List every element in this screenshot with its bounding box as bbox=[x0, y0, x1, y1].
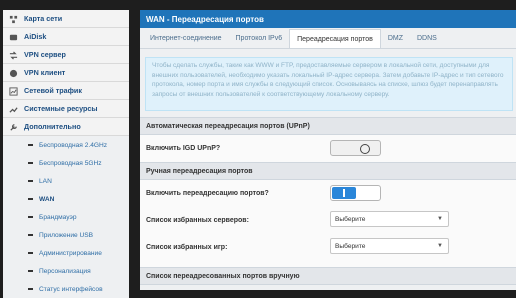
vpn-server-icon bbox=[9, 51, 18, 60]
sidebar-subitem-lan[interactable]: LAN bbox=[3, 172, 129, 190]
favorite-games-select[interactable]: Выберите ▼ bbox=[330, 238, 449, 254]
tab-ddns[interactable]: DDNS bbox=[410, 29, 444, 48]
sidebar-item-label: Дополнительно bbox=[24, 122, 81, 131]
sidebar-subitem-usb[interactable]: Приложение USB bbox=[3, 226, 129, 244]
sidebar-item-label: VPN сервер bbox=[24, 50, 66, 59]
sidebar-item-vpn-client[interactable]: VPN клиент bbox=[3, 64, 129, 82]
sidebar-subitem-interface-status[interactable]: Статус интерфейсов bbox=[3, 280, 129, 298]
sidebar-subitem-label: Статус интерфейсов bbox=[39, 285, 103, 293]
sidebar-subitem-wan[interactable]: WAN bbox=[3, 190, 129, 208]
port-forwarding-toggle[interactable] bbox=[330, 185, 381, 201]
network-map-icon bbox=[9, 15, 18, 24]
sidebar-item-traffic[interactable]: Сетевой трафик bbox=[3, 82, 129, 100]
main-panel: WAN - Переадресация портов Интернет-соед… bbox=[140, 10, 516, 290]
bullet-icon bbox=[28, 216, 33, 218]
sidebar-item-vpn-server[interactable]: VPN сервер bbox=[3, 46, 129, 64]
aidisk-icon bbox=[9, 34, 18, 41]
bullet-icon bbox=[28, 162, 33, 164]
favorite-games-label: Список избранных игр: bbox=[146, 244, 228, 251]
upnp-label: Включить IGD UPnP? bbox=[146, 145, 221, 152]
section-list-header: Список переадресованных портов вручную bbox=[140, 267, 516, 285]
favorite-servers-select[interactable]: Выберите ▼ bbox=[330, 211, 449, 227]
bullet-icon bbox=[28, 234, 33, 236]
sidebar-subitem-personalization[interactable]: Персонализация bbox=[3, 262, 129, 280]
tab-ipv6[interactable]: Протокол IPv6 bbox=[229, 29, 290, 48]
bullet-icon bbox=[28, 270, 33, 272]
sidebar-item-network-map[interactable]: Карта сети bbox=[3, 10, 129, 28]
sidebar-item-advanced[interactable]: Дополнительно bbox=[3, 118, 129, 136]
sidebar-item-aidisk[interactable]: AiDisk bbox=[3, 28, 129, 46]
vpn-client-icon bbox=[9, 69, 18, 78]
traffic-icon bbox=[9, 87, 18, 96]
resources-icon bbox=[9, 107, 18, 113]
tab-port-forwarding[interactable]: Переадресация портов bbox=[289, 29, 381, 48]
sidebar-item-label: Системные ресурсы bbox=[24, 104, 98, 113]
sidebar-subitem-label: WAN bbox=[39, 195, 55, 203]
sidebar-subitem-firewall[interactable]: Брандмауэр bbox=[3, 208, 129, 226]
favorite-games-value: Выберите bbox=[335, 242, 366, 250]
sidebar-subitem-wireless-5[interactable]: Беспроводная 5GHz bbox=[3, 154, 129, 172]
sidebar-subitem-label: Персонализация bbox=[39, 267, 91, 275]
bullet-icon bbox=[28, 252, 33, 254]
sidebar-subitem-label: Беспроводная 5GHz bbox=[39, 159, 102, 167]
page-title: WAN - Переадресация портов bbox=[140, 10, 516, 28]
chevron-down-icon: ▼ bbox=[437, 216, 443, 222]
sidebar-menu: Карта сети AiDisk VPN сервер VPN клиент … bbox=[3, 10, 129, 298]
section-upnp-header: Автоматическая переадресация портов (UPn… bbox=[140, 117, 516, 135]
bullet-icon bbox=[28, 144, 33, 146]
info-box: Чтобы сделать службы, такие как WWW и FT… bbox=[145, 57, 513, 111]
section-manual-header: Ручная переадресация портов bbox=[140, 162, 516, 180]
sidebar-item-label: VPN клиент bbox=[24, 68, 66, 77]
favorite-servers-value: Выберите bbox=[335, 215, 366, 223]
wrench-icon bbox=[10, 124, 17, 131]
row-port-forwarding: Включить переадресацию портов? bbox=[140, 180, 516, 207]
upnp-toggle[interactable] bbox=[330, 140, 381, 156]
tab-dmz[interactable]: DMZ bbox=[381, 29, 410, 48]
chevron-down-icon: ▼ bbox=[437, 243, 443, 249]
sidebar-subitem-wireless-24[interactable]: Беспроводная 2.4GHz bbox=[3, 136, 129, 154]
sidebar-subitem-admin[interactable]: Администрирование bbox=[3, 244, 129, 262]
sidebar-subitem-label: Администрирование bbox=[39, 249, 102, 257]
favorite-servers-label: Список избранных серверов: bbox=[146, 217, 249, 224]
sidebar-item-label: Карта сети bbox=[24, 14, 63, 23]
row-upnp: Включить IGD UPnP? bbox=[140, 135, 516, 162]
sidebar-item-label: AiDisk bbox=[24, 32, 47, 41]
row-favorite-games: Список избранных игр: Выберите ▼ bbox=[140, 234, 516, 261]
sidebar: Карта сети AiDisk VPN сервер VPN клиент … bbox=[0, 0, 129, 298]
bullet-icon bbox=[28, 180, 33, 182]
tab-bar: Интернет-соединение Протокол IPv6 Переад… bbox=[140, 28, 516, 49]
row-favorite-servers: Список избранных серверов: Выберите ▼ bbox=[140, 207, 516, 234]
sidebar-subitem-label: Беспроводная 2.4GHz bbox=[39, 141, 108, 149]
port-forwarding-label: Включить переадресацию портов? bbox=[146, 190, 269, 197]
sidebar-subitem-label: Брандмауэр bbox=[39, 213, 77, 221]
sidebar-subitem-label: LAN bbox=[39, 177, 52, 185]
sidebar-item-resources[interactable]: Системные ресурсы bbox=[3, 100, 129, 118]
sidebar-item-label: Сетевой трафик bbox=[24, 86, 82, 95]
sidebar-subitem-label: Приложение USB bbox=[39, 231, 94, 239]
toggle-off-icon bbox=[360, 144, 370, 154]
toggle-on-icon bbox=[332, 187, 356, 199]
tab-internet[interactable]: Интернет-соединение bbox=[143, 29, 229, 48]
bullet-icon bbox=[28, 198, 33, 200]
